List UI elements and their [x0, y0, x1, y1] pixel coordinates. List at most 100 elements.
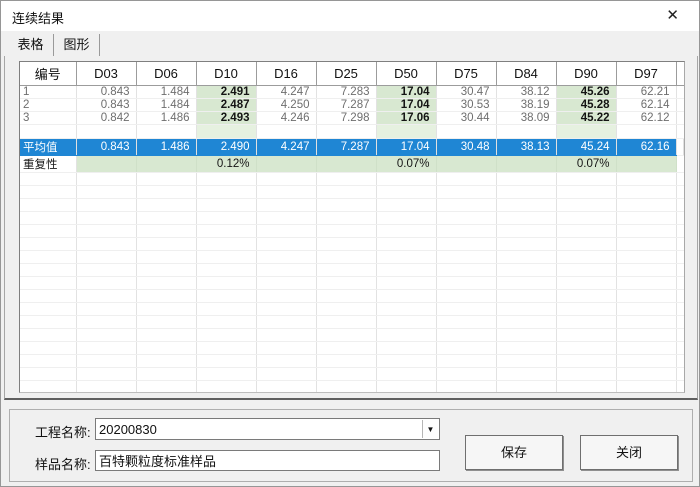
sample-name-input[interactable]: [96, 451, 439, 470]
project-name-label: 工程名称:: [35, 425, 91, 440]
empty-row[interactable]: [20, 328, 684, 342]
table-row[interactable]: 2 0.843 1.484 2.487 4.250 7.287 17.04 30.53 38.1…: [20, 98, 684, 112]
cell: [676, 155, 684, 173]
cell: 0.842: [76, 111, 137, 125]
cell: [496, 155, 557, 173]
empty-row[interactable]: [20, 289, 684, 303]
empty-row[interactable]: [20, 302, 684, 316]
cell: [196, 185, 257, 199]
cell: [256, 124, 317, 139]
cell: [196, 172, 257, 186]
cell: [256, 237, 317, 251]
save-button[interactable]: 保存: [465, 435, 563, 470]
cell: [316, 224, 377, 238]
cell: [376, 315, 437, 329]
cell: [376, 124, 437, 139]
cell: [496, 367, 557, 381]
cell: [20, 250, 77, 264]
project-name-input[interactable]: [96, 419, 421, 439]
empty-row[interactable]: [20, 315, 684, 329]
cell: [316, 276, 377, 290]
cell: [616, 315, 677, 329]
cell: 7.283: [316, 85, 377, 99]
cell: 0.843: [76, 138, 137, 156]
column-header: D16: [256, 62, 317, 86]
column-header: D75: [436, 62, 497, 86]
cell: [196, 328, 257, 342]
cell: [136, 328, 197, 342]
cell: 0.07%: [556, 155, 617, 173]
empty-row[interactable]: [20, 211, 684, 225]
close-button[interactable]: 关闭: [580, 435, 678, 470]
empty-row[interactable]: [20, 237, 684, 251]
cell: 0.843: [76, 85, 137, 99]
cell: [676, 198, 684, 212]
empty-row[interactable]: [20, 263, 684, 277]
cell: [256, 172, 317, 186]
cell: [136, 172, 197, 186]
cell: [676, 138, 684, 156]
results-grid[interactable]: 编号 D03 D06 D10 D16 D25 D50 D75 D84 D90 D97 1 0.843 1…: [19, 61, 685, 393]
cell: [316, 198, 377, 212]
cell: [496, 315, 557, 329]
cell: [316, 124, 377, 139]
cell: 30.47: [436, 85, 497, 99]
cell: [496, 250, 557, 264]
cell: [20, 341, 77, 355]
chevron-down-icon[interactable]: ▼: [422, 420, 438, 438]
cell: [496, 289, 557, 303]
tab-table[interactable]: 表格: [8, 34, 54, 56]
close-icon[interactable]: ✕: [666, 7, 679, 25]
average-row[interactable]: 平均值 0.843 1.486 2.490 4.247 7.287 17.04 30.48 38…: [20, 138, 684, 156]
table-row[interactable]: 1 0.843 1.484 2.491 4.247 7.283 17.04 30.47 38.1…: [20, 85, 684, 99]
cell: [496, 224, 557, 238]
empty-row[interactable]: [20, 172, 684, 186]
empty-row[interactable]: [20, 341, 684, 355]
cell: [676, 380, 684, 392]
cell: [556, 124, 617, 139]
empty-row[interactable]: [20, 367, 684, 381]
cell: 重复性: [20, 155, 77, 173]
tab-graph[interactable]: 图形: [54, 34, 100, 56]
cell: [20, 211, 77, 225]
sample-name-label: 样品名称:: [35, 457, 91, 472]
cell: [20, 124, 77, 139]
empty-row[interactable]: [20, 198, 684, 212]
spacer-row[interactable]: [20, 124, 684, 139]
cell: [20, 302, 77, 316]
cell: [556, 276, 617, 290]
cell: [616, 289, 677, 303]
empty-row[interactable]: [20, 250, 684, 264]
cell: [436, 315, 497, 329]
cell: [676, 367, 684, 381]
cell: 30.44: [436, 111, 497, 125]
cell: [76, 328, 137, 342]
cell: [136, 211, 197, 225]
cell: 38.19: [496, 98, 557, 112]
cell: [616, 380, 677, 392]
empty-row[interactable]: [20, 380, 684, 392]
cell: [556, 185, 617, 199]
sample-name-field[interactable]: [95, 450, 440, 471]
table-row[interactable]: 3 0.842 1.486 2.493 4.246 7.298 17.06 30.44 38.0…: [20, 111, 684, 125]
cell: [676, 250, 684, 264]
cell: [316, 263, 377, 277]
cell: [136, 185, 197, 199]
cell: [76, 367, 137, 381]
empty-row[interactable]: [20, 276, 684, 290]
cell: [556, 380, 617, 392]
repeatability-row[interactable]: 重复性 0.12% 0.07% 0.07%: [20, 155, 684, 173]
cell: [76, 185, 137, 199]
cell: 7.287: [316, 98, 377, 112]
project-name-combobox[interactable]: ▼: [95, 418, 440, 440]
empty-row[interactable]: [20, 354, 684, 368]
cell: [556, 315, 617, 329]
cell: [256, 185, 317, 199]
cell: [556, 341, 617, 355]
cell: [76, 276, 137, 290]
cell: [436, 276, 497, 290]
cell: [616, 250, 677, 264]
empty-row[interactable]: [20, 224, 684, 238]
cell: [436, 341, 497, 355]
empty-row[interactable]: [20, 185, 684, 199]
